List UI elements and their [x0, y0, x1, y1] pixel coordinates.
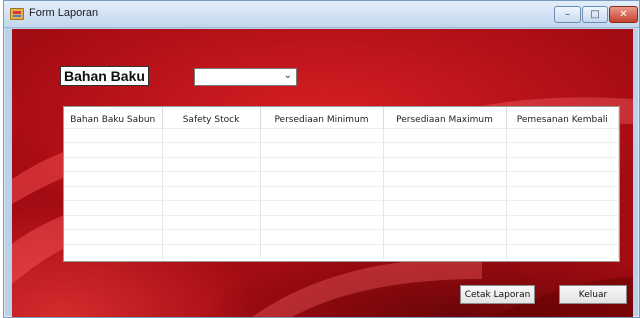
grid-cell[interactable]	[162, 156, 261, 172]
window-title: Form Laporan	[29, 7, 99, 19]
grid-cell[interactable]	[162, 142, 261, 157]
grid-cell[interactable]	[64, 156, 163, 172]
grid-header-row: Bahan Baku Sabun Safety Stock Persediaan…	[64, 107, 619, 128]
grid-cell[interactable]	[162, 127, 261, 143]
grid-cell[interactable]	[260, 200, 384, 215]
grid-empty-row[interactable]	[64, 214, 619, 230]
grid-cell[interactable]	[260, 156, 384, 172]
column-header[interactable]: Persediaan Minimum	[260, 107, 384, 128]
grid-empty-row[interactable]	[64, 142, 619, 157]
maximize-button[interactable]: □	[582, 6, 608, 23]
grid-cell[interactable]	[64, 243, 163, 259]
grid-cell[interactable]	[162, 185, 261, 201]
grid-cell[interactable]	[162, 171, 261, 186]
grid-cell[interactable]	[383, 171, 507, 186]
grid-cell[interactable]	[506, 142, 619, 157]
grid-empty-row[interactable]	[64, 229, 619, 244]
keluar-button[interactable]: Keluar	[559, 285, 627, 304]
grid-empty-row[interactable]	[64, 185, 619, 201]
bahan-baku-combobox[interactable]: ⌄	[194, 68, 297, 86]
title-bar[interactable]: Form Laporan – □ ✕	[4, 1, 639, 28]
grid-cell[interactable]	[162, 243, 261, 259]
grid-cell[interactable]	[64, 171, 163, 186]
grid-cell[interactable]	[383, 156, 507, 172]
grid-empty-row[interactable]	[64, 200, 619, 215]
app-icon	[10, 8, 24, 20]
grid-cell[interactable]	[506, 171, 619, 186]
grid-cell[interactable]	[260, 185, 384, 201]
grid-cell[interactable]	[383, 200, 507, 215]
bahan-baku-label: Bahan Baku	[60, 66, 149, 86]
column-header[interactable]: Pemesanan Kembali	[506, 107, 619, 128]
grid-cell[interactable]	[64, 185, 163, 201]
grid-empty-row[interactable]	[64, 243, 619, 259]
grid-cell[interactable]	[506, 243, 619, 259]
close-button[interactable]: ✕	[609, 6, 638, 23]
column-header[interactable]: Persediaan Maximum	[383, 107, 507, 128]
grid-cell[interactable]	[64, 200, 163, 215]
column-header[interactable]: Bahan Baku Sabun	[64, 107, 163, 128]
grid-cell[interactable]	[506, 229, 619, 244]
minimize-button[interactable]: –	[554, 6, 581, 23]
grid-cell[interactable]	[506, 200, 619, 215]
grid-cell[interactable]	[64, 142, 163, 157]
grid-cell[interactable]	[64, 214, 163, 230]
grid-empty-row[interactable]	[64, 127, 619, 143]
grid-cell[interactable]	[162, 229, 261, 244]
grid-cell[interactable]	[260, 214, 384, 230]
grid-cell[interactable]	[64, 127, 163, 143]
chevron-down-icon[interactable]: ⌄	[284, 70, 292, 81]
grid-cell[interactable]	[383, 127, 507, 143]
grid-cell[interactable]	[162, 200, 261, 215]
grid-cell[interactable]	[260, 171, 384, 186]
cetak-laporan-button[interactable]: Cetak Laporan	[460, 285, 535, 304]
laporan-data-grid[interactable]: Bahan Baku Sabun Safety Stock Persediaan…	[63, 106, 620, 262]
column-header[interactable]: Safety Stock	[162, 107, 261, 128]
grid-cell[interactable]	[260, 142, 384, 157]
grid-cell[interactable]	[383, 229, 507, 244]
grid-cell[interactable]	[506, 214, 619, 230]
grid-cell[interactable]	[64, 229, 163, 244]
grid-cell[interactable]	[506, 127, 619, 143]
grid-cell[interactable]	[162, 214, 261, 230]
grid-cell[interactable]	[383, 185, 507, 201]
grid-cell[interactable]	[506, 185, 619, 201]
grid-cell[interactable]	[260, 229, 384, 244]
grid-empty-row[interactable]	[64, 156, 619, 172]
grid-cell[interactable]	[260, 243, 384, 259]
form-client-area: Bahan Baku ⌄ Bahan Baku Sabun Safety Sto…	[12, 29, 633, 317]
grid-cell[interactable]	[260, 127, 384, 143]
form-laporan-window: Form Laporan – □ ✕ Bahan Baku ⌄ Bahan Ba…	[3, 0, 640, 318]
grid-empty-row[interactable]	[64, 171, 619, 186]
grid-cell[interactable]	[383, 214, 507, 230]
grid-cell[interactable]	[383, 243, 507, 259]
grid-cell[interactable]	[506, 156, 619, 172]
grid-cell[interactable]	[383, 142, 507, 157]
